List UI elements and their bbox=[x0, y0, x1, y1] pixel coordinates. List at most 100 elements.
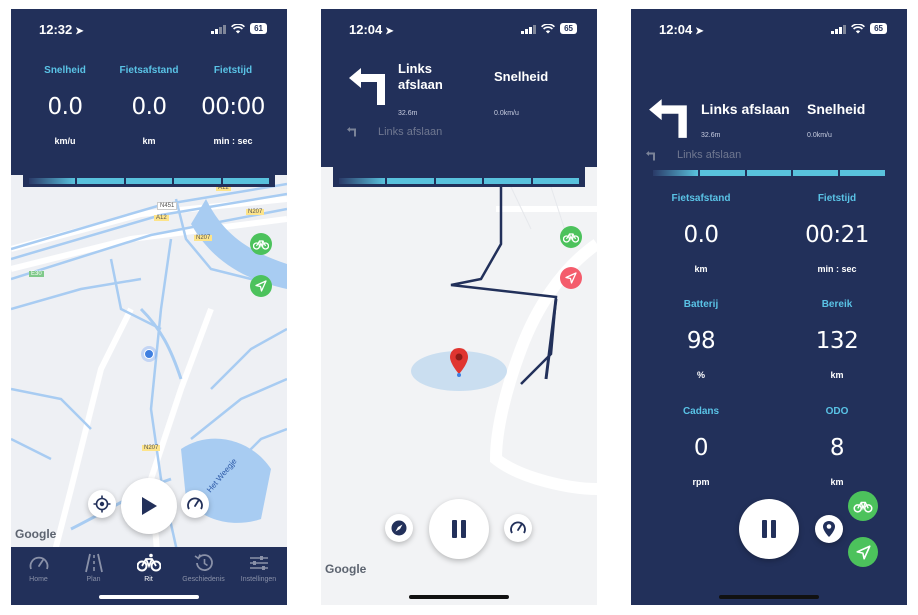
tab-label: Home bbox=[29, 576, 48, 583]
stat-card-distance: Fietsafstand 0.0 km bbox=[637, 187, 765, 289]
progress-bar bbox=[29, 178, 270, 184]
turn-left-icon bbox=[349, 68, 385, 105]
history-icon bbox=[194, 554, 213, 571]
google-logo: Google bbox=[325, 562, 367, 576]
wifi-icon bbox=[851, 23, 866, 33]
navigation-arrow-icon bbox=[565, 272, 577, 284]
next-instruction: Links afslaan bbox=[378, 126, 443, 138]
stat-value: 0 bbox=[693, 435, 709, 461]
stat-label: ODO bbox=[825, 406, 849, 417]
stat-unit: km bbox=[830, 370, 844, 380]
location-button[interactable] bbox=[815, 515, 843, 543]
tab-geschiedenis[interactable]: Geschiedenis bbox=[176, 553, 231, 583]
bike-mode-button[interactable] bbox=[250, 233, 272, 255]
tab-instellingen[interactable]: Instellingen bbox=[231, 553, 286, 583]
tab-label: Instellingen bbox=[240, 576, 277, 583]
pause-ride-button[interactable] bbox=[429, 499, 489, 559]
recenter-button[interactable] bbox=[88, 490, 116, 518]
stat-value: 132 bbox=[815, 328, 859, 354]
tab-bar: Home Plan Rit Geschiedenis Instellingen bbox=[11, 547, 287, 605]
wifi-icon bbox=[541, 23, 556, 33]
stat-unit: km bbox=[694, 264, 708, 274]
bike-mode-button[interactable] bbox=[848, 491, 878, 521]
stat-value: 00:21 bbox=[805, 222, 869, 248]
crosshair-icon bbox=[93, 495, 111, 513]
status-time: 12:04 ➤ bbox=[349, 22, 394, 37]
speed-label: Snelheid bbox=[807, 101, 866, 117]
progress-bar bbox=[653, 170, 885, 176]
stat-label: Fietstijd bbox=[213, 65, 253, 76]
home-indicator bbox=[409, 595, 509, 599]
compass-button[interactable] bbox=[385, 514, 413, 542]
stat-label: Batterij bbox=[683, 299, 719, 310]
map-pin-icon bbox=[450, 348, 468, 377]
play-icon bbox=[142, 497, 157, 515]
tab-plan[interactable]: Plan bbox=[66, 553, 121, 583]
navigate-button[interactable] bbox=[560, 267, 582, 289]
status-bar: 12:32 ➤ 61 bbox=[11, 9, 287, 49]
bike-mode-button[interactable] bbox=[560, 226, 582, 248]
stat-unit: min : sec bbox=[213, 136, 253, 146]
road-icon bbox=[84, 553, 103, 573]
stat-unit: km/u bbox=[54, 136, 76, 146]
status-bar: 12:04 ➤ 65 bbox=[321, 9, 597, 49]
tab-label: Rit bbox=[144, 576, 153, 583]
wifi-icon bbox=[231, 23, 246, 33]
stat-unit: km bbox=[142, 136, 156, 146]
stat-value: 00:00 bbox=[201, 94, 265, 120]
stat-label: Fietstijd bbox=[817, 193, 857, 204]
location-pin-icon bbox=[823, 521, 835, 537]
speedometer-button[interactable] bbox=[181, 490, 209, 518]
stat-card-battery: Batterij 98 % bbox=[637, 293, 765, 395]
bike-icon bbox=[136, 553, 161, 572]
stat-value: 0.0 bbox=[47, 94, 83, 120]
stat-distance: Fietsafstand 0.0 km bbox=[107, 65, 191, 146]
speedometer-button[interactable] bbox=[504, 514, 532, 542]
stat-label: Snelheid bbox=[44, 65, 86, 76]
tab-label: Plan bbox=[86, 576, 101, 583]
progress-strip bbox=[23, 175, 275, 187]
stat-card-range: Bereik 132 km bbox=[773, 293, 901, 395]
location-pin bbox=[449, 347, 469, 382]
stat-label: Fietsafstand bbox=[671, 193, 731, 204]
stats-header: 12:32 ➤ 61 Snelheid 0.0 km/u Fietsafstand… bbox=[11, 9, 287, 175]
location-arrow-icon: ➤ bbox=[75, 26, 84, 37]
stat-speed: Snelheid 0.0 km/u bbox=[23, 65, 107, 146]
bike-icon bbox=[853, 501, 873, 513]
home-indicator bbox=[99, 595, 199, 599]
tab-label: Geschiedenis bbox=[182, 576, 225, 583]
tab-rit[interactable]: Rit bbox=[121, 553, 176, 583]
map-label-road: E30 bbox=[29, 271, 44, 277]
navigate-button[interactable] bbox=[250, 275, 272, 297]
start-ride-button[interactable] bbox=[121, 478, 177, 534]
navigation-arrow-icon bbox=[255, 280, 267, 292]
tab-home[interactable]: Home bbox=[11, 553, 66, 583]
battery-icon: 61 bbox=[250, 23, 267, 34]
stat-unit: min : sec bbox=[817, 264, 857, 274]
ride-screen-navigation: 12:04 ➤ 65 Links afslaan 32.6m Snelheid 0… bbox=[321, 9, 597, 605]
stat-label: Fietsafstand bbox=[119, 65, 179, 76]
map-label-road: N207 bbox=[142, 445, 161, 451]
bike-icon bbox=[563, 233, 579, 243]
progress-strip bbox=[333, 167, 585, 187]
navigation-header: 12:04 ➤ 65 Links afslaan 32.6m Snelheid 0… bbox=[321, 9, 597, 167]
map-label-road: A12 bbox=[154, 215, 169, 221]
status-time: 12:04 ➤ bbox=[659, 22, 704, 37]
navigate-button[interactable] bbox=[848, 537, 878, 567]
stat-label: Bereik bbox=[821, 299, 853, 310]
status-time: 12:32 ➤ bbox=[39, 22, 84, 37]
speed-value: 0.0km/u bbox=[494, 110, 519, 117]
instruction-distance: 32.6m bbox=[398, 110, 418, 117]
stat-label: Cadans bbox=[682, 406, 720, 417]
map-label-road: N207 bbox=[194, 235, 213, 241]
compass-icon bbox=[391, 520, 407, 536]
pause-icon bbox=[762, 520, 776, 538]
stat-value: 8 bbox=[829, 435, 845, 461]
battery-icon: 65 bbox=[560, 23, 577, 34]
stat-unit: % bbox=[696, 370, 705, 380]
battery-icon: 65 bbox=[870, 23, 887, 34]
status-icons: 65 bbox=[521, 23, 577, 34]
turn-left-icon bbox=[649, 99, 687, 138]
instruction-text: Links afslaan bbox=[398, 61, 443, 92]
pause-ride-button[interactable] bbox=[739, 499, 799, 559]
